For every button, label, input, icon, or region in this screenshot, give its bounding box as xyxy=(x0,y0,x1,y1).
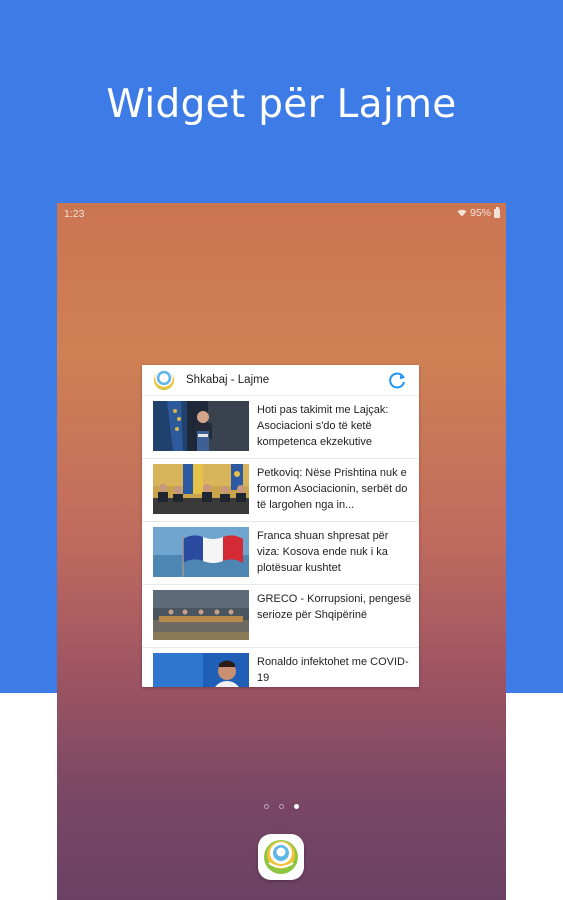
wifi-icon xyxy=(457,209,467,217)
status-bar: 1:23 95% xyxy=(57,203,506,223)
home-page-indicator xyxy=(57,804,506,809)
news-title: Ronaldo infektohet me COVID-19 xyxy=(257,656,409,684)
status-time: 1:23 xyxy=(64,208,85,220)
battery-icon xyxy=(494,207,500,218)
promo-title: Widget për Lajme xyxy=(106,82,457,127)
shkabaj-logo-icon xyxy=(154,370,174,390)
news-list: Hoti pas takimit me Lajçak: Asociacioni … xyxy=(142,396,419,687)
page-dot xyxy=(279,804,284,809)
news-thumbnail-meeting-podium xyxy=(153,401,249,451)
device-home-screen: 1:23 95% Shkabaj - Lajme Hoti pas takimi… xyxy=(57,203,506,900)
battery-percent: 95% xyxy=(469,207,491,219)
page-dot-active xyxy=(294,804,299,809)
widget-title: Shkabaj - Lajme xyxy=(186,374,270,386)
news-thumbnail-council-hall xyxy=(153,590,249,640)
page-dot xyxy=(264,804,269,809)
news-thumbnail-press-conference xyxy=(153,464,249,514)
widget-header: Shkabaj - Lajme xyxy=(142,365,419,396)
news-title: Hoti pas takimit me Lajçak: Asociacioni … xyxy=(257,404,389,448)
news-item[interactable]: Hoti pas takimit me Lajçak: Asociacioni … xyxy=(142,396,419,459)
news-thumbnail-ronaldo xyxy=(153,653,249,687)
news-item[interactable]: Petkoviq: Nëse Prishtina nuk e formon As… xyxy=(142,459,419,522)
refresh-icon[interactable] xyxy=(386,369,408,391)
news-title: Petkoviq: Nëse Prishtina nuk e formon As… xyxy=(257,467,408,511)
news-widget[interactable]: Shkabaj - Lajme Hoti pas takimit me Lajç… xyxy=(142,365,419,687)
news-item[interactable]: Franca shuan shpresat për viza: Kosova e… xyxy=(142,522,419,585)
news-title: Franca shuan shpresat për viza: Kosova e… xyxy=(257,530,389,574)
news-item[interactable]: Ronaldo infektohet me COVID-19 xyxy=(142,648,419,687)
status-icons: 95% xyxy=(457,207,500,219)
news-title: GRECO - Korrupsioni, pengesë serioze për… xyxy=(257,593,412,621)
news-thumbnail-france-flag xyxy=(153,527,249,577)
shkabaj-app-icon[interactable] xyxy=(258,834,304,880)
news-item[interactable]: GRECO - Korrupsioni, pengesë serioze për… xyxy=(142,585,419,648)
